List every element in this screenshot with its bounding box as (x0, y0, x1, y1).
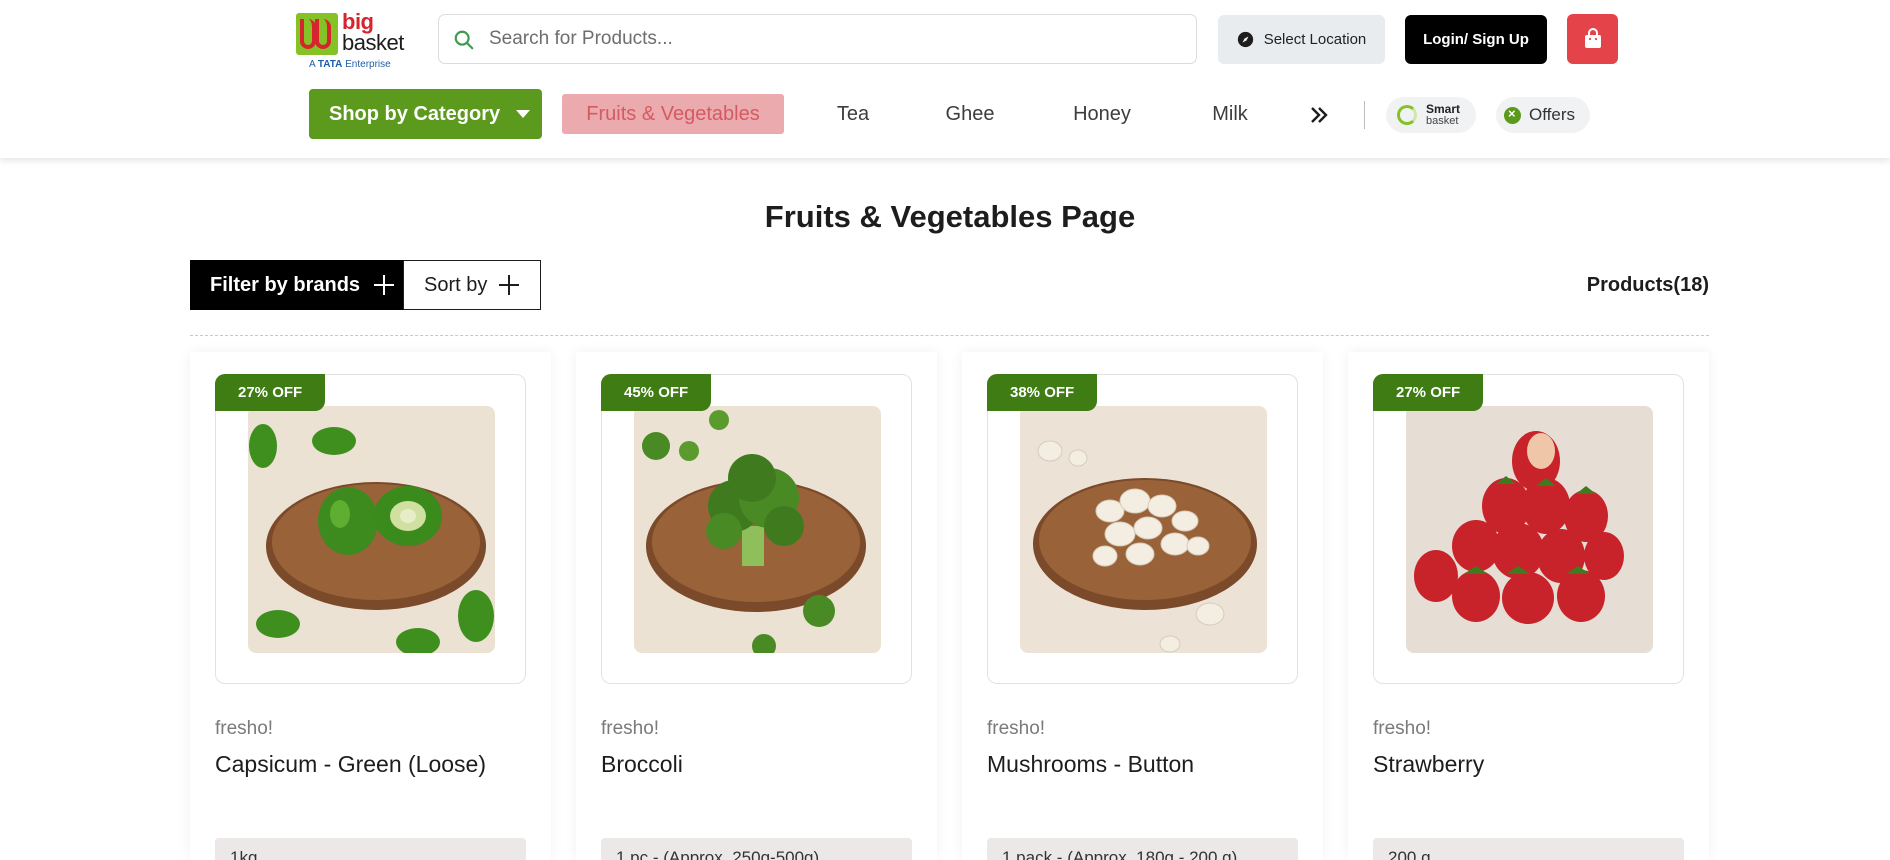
broccoli-image (634, 406, 881, 653)
search-input[interactable] (489, 23, 1179, 55)
product-card[interactable]: 38% OFF fresho! Mushrooms - Button 1 pac… (962, 352, 1323, 860)
nav-item-fruits-vegetables[interactable]: Fruits & Vegetables (562, 94, 784, 134)
quantity-selector[interactable]: 1 pc - (Approx. 250g-500g) (601, 838, 912, 860)
bigbasket-logo[interactable]: big basket A TATA Enterprise (296, 11, 408, 73)
bigbasket-logo-mark (296, 13, 338, 55)
product-brand: fresho! (601, 718, 660, 739)
shopping-bag-icon (1584, 28, 1601, 48)
product-name[interactable]: Strawberry (1373, 751, 1484, 778)
search-icon (454, 30, 474, 50)
strawberry-image (1406, 406, 1653, 653)
product-card[interactable]: 45% OFF fresho! Broccoli 1 pc - (Approx.… (576, 352, 937, 860)
product-card[interactable]: 27% OFF fresho! Strawberry 200 g (1348, 352, 1709, 860)
offers-label: Offers (1529, 105, 1575, 124)
smart-basket-button[interactable]: Smart basket (1386, 97, 1476, 133)
offers-icon (1504, 106, 1521, 124)
product-brand: fresho! (215, 718, 274, 739)
smart-basket-label-line2: basket (1426, 115, 1459, 127)
smart-basket-icon (1397, 105, 1417, 125)
products-count: Products(18) (1586, 274, 1709, 296)
product-image-frame[interactable] (1373, 374, 1684, 684)
capsicum-image (248, 406, 495, 653)
login-signup-button[interactable]: Login/ Sign Up (1405, 15, 1547, 64)
product-image-frame[interactable] (601, 374, 912, 684)
product-name[interactable]: Capsicum - Green (Loose) (215, 751, 486, 778)
nav-item-milk[interactable]: Milk (1200, 94, 1260, 134)
nav-item-tea[interactable]: Tea (818, 94, 888, 134)
quantity-selector[interactable]: 1 pack - (Approx. 180g - 200 g) (987, 838, 1298, 860)
product-image-frame[interactable] (215, 374, 526, 684)
select-location-button[interactable]: Select Location (1218, 15, 1385, 64)
plus-icon (499, 275, 520, 295)
product-name[interactable]: Broccoli (601, 751, 683, 778)
site-header: big basket A TATA Enterprise Select Loca… (0, 0, 1890, 158)
filter-by-brands-button[interactable]: Filter by brands (190, 260, 404, 310)
page-title: Fruits & Vegetables Page (764, 199, 1136, 234)
discount-badge: 27% OFF (1373, 374, 1484, 411)
discount-badge: 45% OFF (601, 374, 712, 411)
plus-icon (374, 275, 395, 295)
logo-word-basket: basket (342, 30, 404, 55)
offers-button[interactable]: Offers (1496, 97, 1590, 133)
sort-by-label: Sort by (424, 273, 488, 296)
product-brand: fresho! (987, 718, 1046, 739)
product-card[interactable]: 27% OFF fresho! Capsicum - Green (Loose)… (190, 352, 551, 860)
product-name[interactable]: Mushrooms - Button (987, 751, 1194, 778)
section-divider (190, 335, 1709, 336)
sort-by-button[interactable]: Sort by (403, 260, 541, 310)
search-bar[interactable] (438, 14, 1197, 64)
product-brand: fresho! (1373, 718, 1432, 739)
compass-icon (1237, 31, 1253, 48)
quantity-selector[interactable]: 200 g (1373, 838, 1684, 860)
nav-divider (1364, 101, 1365, 129)
cart-button[interactable] (1567, 14, 1618, 64)
mushrooms-image (1020, 406, 1267, 653)
nav-item-honey[interactable]: Honey (1062, 94, 1142, 134)
caret-down-icon (516, 110, 531, 118)
product-grid: 27% OFF fresho! Capsicum - Green (Loose)… (190, 352, 1710, 860)
nav-item-ghee[interactable]: Ghee (930, 94, 1010, 134)
select-location-label: Select Location (1263, 31, 1367, 48)
product-image-frame[interactable] (987, 374, 1298, 684)
shop-by-category-label: Shop by Category (329, 102, 501, 125)
shop-by-category-button[interactable]: Shop by Category (309, 89, 542, 139)
discount-badge: 38% OFF (987, 374, 1098, 411)
logo-tagline: A TATA Enterprise (309, 59, 391, 70)
smart-basket-label-line1: Smart (1426, 102, 1461, 116)
discount-badge: 27% OFF (215, 374, 326, 411)
double-chevron-right-icon[interactable] (1304, 100, 1334, 130)
quantity-selector[interactable]: 1kg (215, 838, 526, 860)
filter-by-brands-label: Filter by brands (210, 273, 361, 296)
